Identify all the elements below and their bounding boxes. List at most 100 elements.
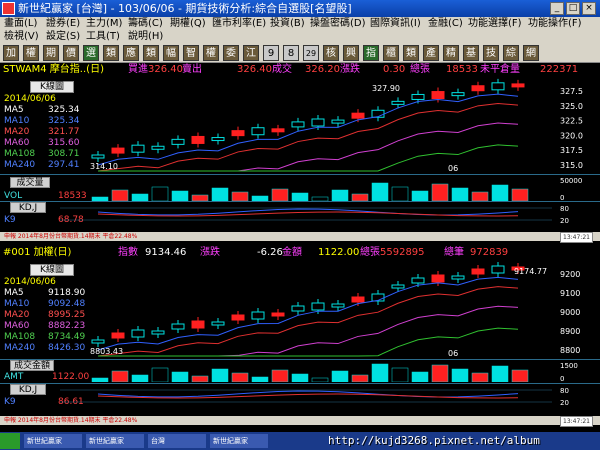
toolbar-button[interactable]: 智 bbox=[183, 45, 199, 61]
menu-chips[interactable]: 籌碼(C) bbox=[128, 17, 163, 30]
kd-axis-tick: 20 bbox=[560, 217, 569, 225]
toolbar-button[interactable]: 價 bbox=[63, 45, 79, 61]
amount-label: 金額 bbox=[282, 247, 302, 258]
kd-axis-tick: 80 bbox=[560, 387, 569, 395]
toolbar-button[interactable]: 期 bbox=[43, 45, 59, 61]
menu-options[interactable]: 期權(Q) bbox=[170, 17, 206, 30]
start-button[interactable] bbox=[0, 433, 20, 449]
candle-body bbox=[511, 83, 525, 88]
change-value: 0.30 bbox=[383, 64, 406, 75]
menu-major[interactable]: 主力(M) bbox=[86, 17, 122, 30]
symbol-label[interactable]: #001 加權(日) bbox=[3, 246, 71, 260]
toolbar-button[interactable]: 29 bbox=[303, 45, 319, 61]
candle-body bbox=[111, 147, 125, 154]
volume-bar bbox=[511, 188, 529, 201]
menu-help[interactable]: 說明(H) bbox=[128, 30, 163, 43]
toolbar-button[interactable]: 權 bbox=[203, 45, 219, 61]
toolbar-button[interactable]: 應 bbox=[123, 45, 139, 61]
volume-bar bbox=[171, 371, 189, 382]
volume-bar bbox=[411, 371, 429, 382]
minimize-button[interactable]: _ bbox=[550, 2, 564, 15]
volume-bar bbox=[391, 367, 409, 382]
trades-value: 972839 bbox=[470, 247, 509, 258]
menu-trading-code[interactable]: 操盤密碼(D) bbox=[310, 17, 366, 30]
toolbar-button[interactable]: 類 bbox=[403, 45, 419, 61]
volume-bar bbox=[491, 184, 509, 201]
taskbar-item[interactable]: 新世紀贏家 bbox=[86, 434, 144, 448]
toolbar-button[interactable]: 基 bbox=[463, 45, 479, 61]
panel-mtx: STWAM4 摩台指..(日) 買進 326.40 賣出 326.40 成交 3… bbox=[0, 63, 600, 243]
menu-function-operate[interactable]: 功能操作(F) bbox=[528, 17, 582, 30]
toolbar-button[interactable]: 8 bbox=[283, 45, 299, 61]
candle-body bbox=[491, 82, 505, 91]
volume-bar bbox=[431, 183, 449, 201]
menu-finance[interactable]: 金融(C) bbox=[428, 17, 463, 30]
menu-international[interactable]: 國際資訊(I) bbox=[370, 17, 421, 30]
menu-tools[interactable]: 工具(T) bbox=[86, 30, 120, 43]
d-line bbox=[97, 393, 519, 399]
close-button[interactable]: × bbox=[582, 2, 596, 15]
volume-axis-tick: 1500 bbox=[560, 362, 578, 370]
price-axis-tick: 9100 bbox=[560, 289, 580, 298]
menu-screen[interactable]: 畫面(L) bbox=[4, 17, 37, 30]
volume-label: 總張 bbox=[360, 247, 380, 258]
toolbar-button[interactable]: 選 bbox=[83, 45, 99, 61]
price-axis-tick: 320.0 bbox=[560, 131, 583, 140]
toolbar-button[interactable]: 興 bbox=[343, 45, 359, 61]
volume-bar bbox=[371, 363, 389, 382]
toolbar-button[interactable]: 類 bbox=[143, 45, 159, 61]
menu-forex-rates[interactable]: 匯市利率(E) bbox=[212, 17, 266, 30]
candle-body bbox=[471, 85, 485, 92]
taskbar-item[interactable]: 新世紀贏家 bbox=[24, 434, 82, 448]
candle-body bbox=[471, 268, 485, 275]
toolbar-button[interactable]: 江 bbox=[243, 45, 259, 61]
toolbar-button[interactable]: 權 bbox=[23, 45, 39, 61]
toolbar-button[interactable]: 類 bbox=[103, 45, 119, 61]
toolbar-button[interactable]: 精 bbox=[443, 45, 459, 61]
toolbar-button[interactable]: 網 bbox=[523, 45, 539, 61]
toolbar-button[interactable]: 幅 bbox=[163, 45, 179, 61]
status-bar: 申報 2014年8月份台幣期貨.14期末 平倉22.48% 13:47:21 bbox=[0, 232, 600, 243]
volume-bar bbox=[151, 186, 169, 201]
menu-function-select[interactable]: 功能選擇(F) bbox=[468, 17, 522, 30]
taskbar-item[interactable]: 台灣 bbox=[148, 434, 206, 448]
candle-body bbox=[271, 312, 285, 317]
candle-body bbox=[131, 144, 145, 153]
title-bar: 新世紀贏家 [台灣] - 103/06/06 - 期貨技術分析:綜合自選股[名望… bbox=[0, 0, 600, 17]
toolbar-button[interactable]: 指 bbox=[363, 45, 379, 61]
toolbar-button[interactable]: 委 bbox=[223, 45, 239, 61]
menu-view[interactable]: 檢視(V) bbox=[4, 30, 39, 43]
candle-body bbox=[131, 329, 145, 338]
toolbar-button[interactable]: 9 bbox=[263, 45, 279, 61]
toolbar-button[interactable]: 產 bbox=[423, 45, 439, 61]
menu-settings[interactable]: 設定(S) bbox=[46, 30, 80, 43]
volume-bar bbox=[271, 188, 289, 201]
ma-line bbox=[97, 102, 519, 172]
status-text: 申報 2014年8月份台幣期貨.14期末 平倉22.48% bbox=[4, 233, 138, 240]
volume-bar bbox=[111, 189, 129, 201]
menu-securities[interactable]: 證券(E) bbox=[46, 17, 80, 30]
price-axis-tick: 9200 bbox=[560, 270, 580, 279]
candle-body bbox=[231, 130, 245, 137]
candle-body bbox=[151, 330, 165, 335]
toolbar-button[interactable]: 加 bbox=[3, 45, 19, 61]
volume-bar bbox=[131, 374, 149, 382]
trade-value: 326.20 bbox=[305, 64, 340, 75]
candle-body bbox=[191, 135, 205, 144]
high-label: 9174.77 bbox=[514, 267, 547, 276]
status-text: 申報 2014年8月份台幣期貨.14期末 平倉22.48% bbox=[4, 417, 138, 424]
volume-bar bbox=[251, 376, 269, 382]
symbol-label[interactable]: STWAM4 摩台指..(日) bbox=[3, 63, 104, 77]
maximize-button[interactable]: □ bbox=[566, 2, 580, 15]
volume-bar bbox=[171, 190, 189, 201]
quote-header: STWAM4 摩台指..(日) 買進 326.40 賣出 326.40 成交 3… bbox=[0, 63, 600, 77]
candle-body bbox=[351, 296, 365, 303]
toolbar-button[interactable]: 綜 bbox=[503, 45, 519, 61]
candle-body bbox=[91, 154, 105, 159]
volume-bar bbox=[471, 191, 489, 201]
toolbar-button[interactable]: 技 bbox=[483, 45, 499, 61]
menu-invest[interactable]: 投資(B) bbox=[270, 17, 305, 30]
toolbar-button[interactable]: 櫃 bbox=[383, 45, 399, 61]
taskbar-item[interactable]: 新世紀贏家 bbox=[210, 434, 268, 448]
toolbar-button[interactable]: 核 bbox=[323, 45, 339, 61]
